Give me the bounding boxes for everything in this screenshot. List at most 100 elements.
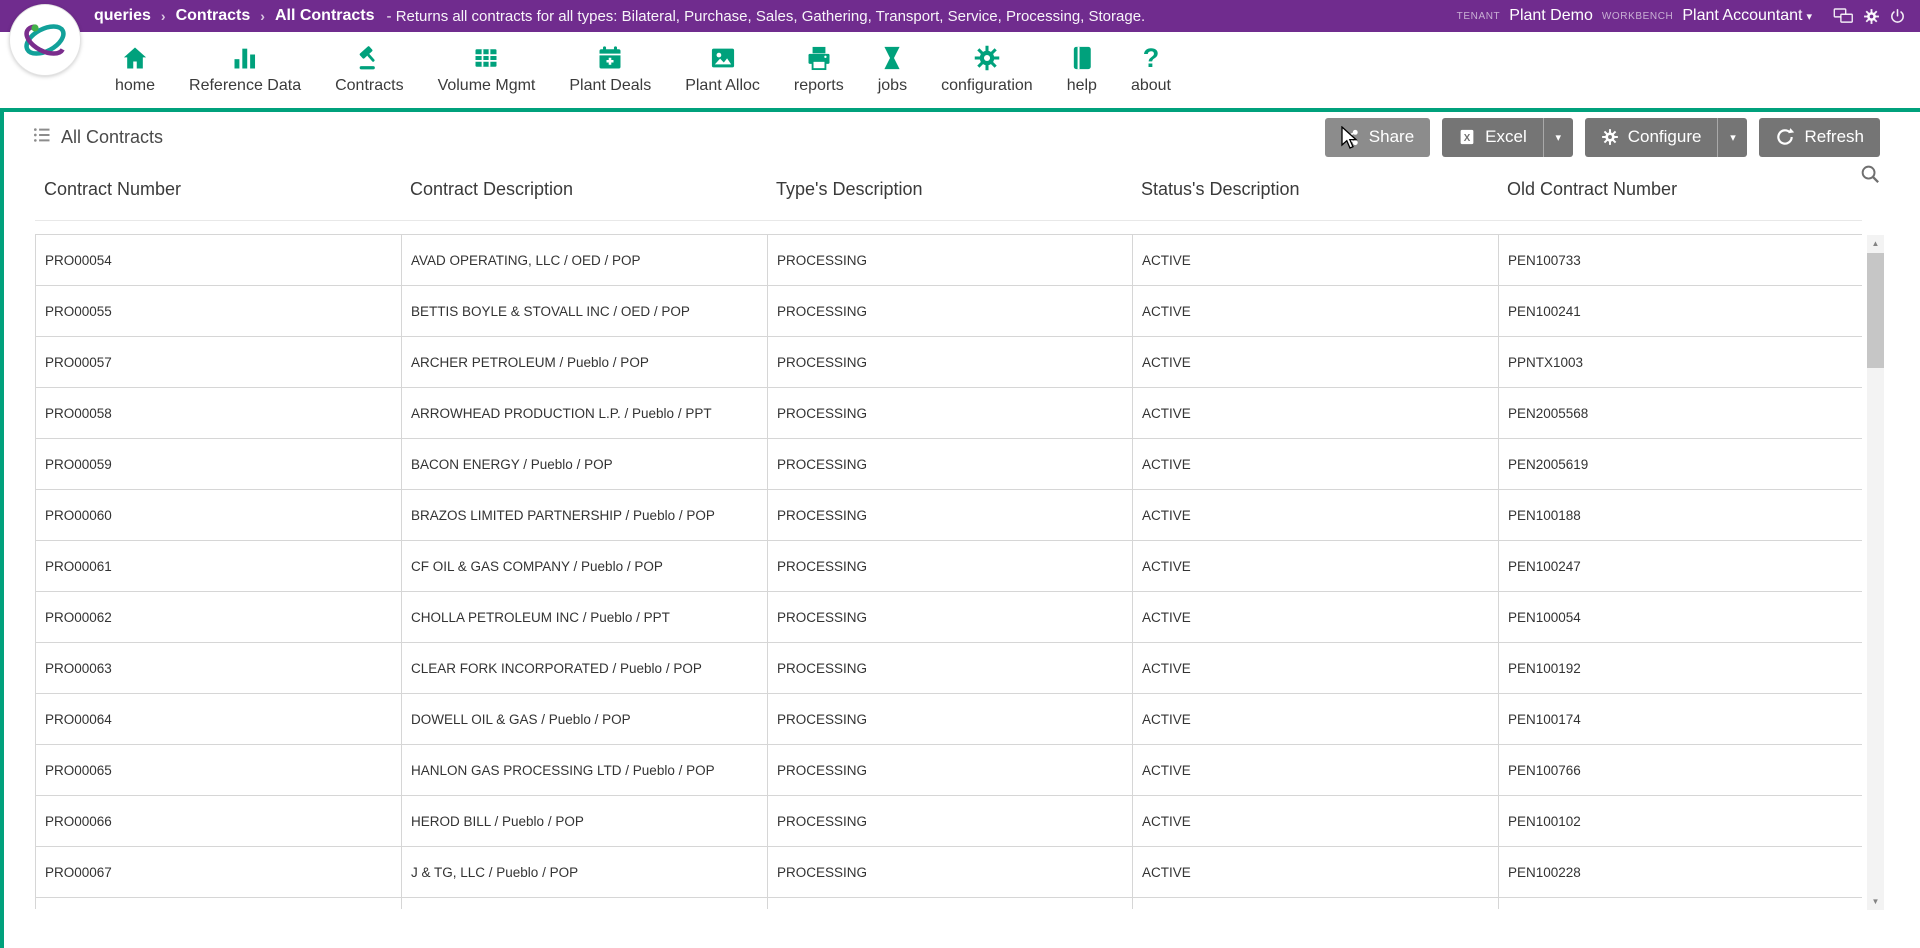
gear-icon[interactable]	[1863, 8, 1880, 25]
scrollbar-track[interactable]	[1867, 252, 1884, 893]
table-cell[interactable]: PEN2005619	[1499, 439, 1863, 490]
table-cell[interactable]: ACTIVE	[1133, 745, 1499, 796]
column-header-contract-number[interactable]: Contract Number	[35, 179, 401, 200]
table-cell[interactable]: DOWELL OIL & GAS / Pueblo / POP	[402, 694, 768, 745]
table-cell[interactable]: PROCESSING	[768, 235, 1133, 286]
table-cell[interactable]: BETTIS BOYLE & STOVALL INC / OED / POP	[402, 286, 768, 337]
table-cell[interactable]: ACTIVE	[1133, 490, 1499, 541]
table-cell[interactable]: PROCESSING	[768, 847, 1133, 898]
table-cell[interactable]: PEN2005568	[1499, 388, 1863, 439]
column-header-type-description[interactable]: Type's Description	[767, 179, 1132, 200]
scroll-down-button[interactable]: ▼	[1867, 893, 1884, 910]
table-row[interactable]: PRO00057ARCHER PETROLEUM / Pueblo / POPP…	[36, 337, 1863, 388]
table-cell[interactable]: ACTIVE	[1133, 694, 1499, 745]
table-row[interactable]: PRO00063CLEAR FORK INCORPORATED / Pueblo…	[36, 643, 1863, 694]
table-row[interactable]: PRO00065HANLON GAS PROCESSING LTD / Pueb…	[36, 745, 1863, 796]
table-cell[interactable]: CLEAR FORK INCORPORATED / Pueblo / POP	[402, 643, 768, 694]
refresh-button[interactable]: Refresh	[1759, 118, 1880, 157]
table-cell[interactable]: ACTIVE	[1133, 643, 1499, 694]
table-cell[interactable]: PRO00059	[36, 439, 402, 490]
table-row[interactable]: PRO00064DOWELL OIL & GAS / Pueblo / POPP…	[36, 694, 1863, 745]
nav-item-volume-mgmt[interactable]: Volume Mgmt	[421, 44, 553, 95]
table-cell[interactable]: ACTIVE	[1133, 235, 1499, 286]
column-header-old-contract-number[interactable]: Old Contract Number	[1498, 179, 1862, 200]
table-cell[interactable]: BRAZOS LIMITED PARTNERSHIP / Pueblo / PO…	[402, 490, 768, 541]
table-cell[interactable]: PROCESSING	[768, 490, 1133, 541]
nav-item-help[interactable]: help	[1050, 44, 1114, 95]
table-cell[interactable]: PROCESSING	[768, 592, 1133, 643]
excel-dropdown-button[interactable]: ▾	[1543, 118, 1573, 157]
table-cell[interactable]: PROCESSING	[768, 643, 1133, 694]
table-cell[interactable]: ACTIVE	[1133, 541, 1499, 592]
nav-item-about[interactable]: ? about	[1114, 44, 1188, 95]
nav-item-reference-data[interactable]: Reference Data	[172, 44, 318, 95]
table-cell[interactable]: PPNTX1003	[1499, 337, 1863, 388]
table-cell[interactable]: PEN100247	[1499, 541, 1863, 592]
table-cell[interactable]: BACON ENERGY / Pueblo / POP	[402, 439, 768, 490]
nav-item-plant-alloc[interactable]: Plant Alloc	[668, 44, 777, 95]
breadcrumb-all-contracts[interactable]: All Contracts	[275, 7, 375, 25]
nav-item-home[interactable]: home	[98, 44, 172, 95]
table-cell[interactable]: ARROWHEAD PRODUCTION L.P. / Pueblo / PPT	[402, 388, 768, 439]
table-cell[interactable]: PROCESSING	[768, 745, 1133, 796]
nav-item-plant-deals[interactable]: Plant Deals	[552, 44, 668, 95]
table-cell[interactable]: ACTIVE	[1133, 337, 1499, 388]
table-row[interactable]: PRO00058ARROWHEAD PRODUCTION L.P. / Pueb…	[36, 388, 1863, 439]
table-cell[interactable]: PRO00054	[36, 235, 402, 286]
table-cell[interactable]: PRO00057	[36, 337, 402, 388]
table-cell[interactable]: PEN100174	[1499, 694, 1863, 745]
table-row[interactable]: PRO00061CF OIL & GAS COMPANY / Pueblo / …	[36, 541, 1863, 592]
table-row[interactable]: PRO00062CHOLLA PETROLEUM INC / Pueblo / …	[36, 592, 1863, 643]
workbench-selector[interactable]: Plant Accountant ▾	[1682, 7, 1812, 25]
table-cell[interactable]: PRO00063	[36, 643, 402, 694]
table-cell[interactable]: PEN100102	[1499, 796, 1863, 847]
table-row[interactable]: PRO00060BRAZOS LIMITED PARTNERSHIP / Pue…	[36, 490, 1863, 541]
configure-dropdown-button[interactable]: ▾	[1717, 118, 1747, 157]
table-cell[interactable]: CF OIL & GAS COMPANY / Pueblo / POP	[402, 541, 768, 592]
table-cell[interactable]: PEN100766	[1499, 745, 1863, 796]
table-cell[interactable]: PRO00065	[36, 745, 402, 796]
table-cell[interactable]: ACTIVE	[1133, 796, 1499, 847]
table-cell[interactable]: PRO00060	[36, 490, 402, 541]
table-cell[interactable]: PROCESSING	[768, 694, 1133, 745]
scroll-up-button[interactable]: ▲	[1867, 235, 1884, 252]
vertical-scrollbar[interactable]: ▲ ▼	[1867, 235, 1884, 910]
table-row[interactable]: PRO00066HEROD BILL / Pueblo / POPPROCESS…	[36, 796, 1863, 847]
share-button[interactable]: Share	[1325, 118, 1430, 157]
screens-icon[interactable]	[1833, 7, 1854, 25]
table-cell[interactable]: HEROD BILL / Pueblo / POP	[402, 796, 768, 847]
table-cell[interactable]: PRO00067	[36, 847, 402, 898]
table-cell[interactable]: AVAD OPERATING, LLC / OED / POP	[402, 235, 768, 286]
configure-button[interactable]: Configure	[1585, 118, 1718, 157]
table-row[interactable]: PRO00059BACON ENERGY / Pueblo / POPPROCE…	[36, 439, 1863, 490]
nav-item-contracts[interactable]: Contracts	[318, 44, 420, 95]
table-cell[interactable]: PRO00055	[36, 286, 402, 337]
table-cell[interactable]: PRO00064	[36, 694, 402, 745]
column-header-status-description[interactable]: Status's Description	[1132, 179, 1498, 200]
table-cell[interactable]: PEN100733	[1499, 235, 1863, 286]
column-header-contract-description[interactable]: Contract Description	[401, 179, 767, 200]
scrollbar-thumb[interactable]	[1867, 253, 1884, 368]
table-cell[interactable]: PROCESSING	[768, 439, 1133, 490]
table-cell[interactable]: ACTIVE	[1133, 388, 1499, 439]
table-cell[interactable]: ACTIVE	[1133, 439, 1499, 490]
grid-search-button[interactable]	[1859, 163, 1882, 186]
excel-button[interactable]: X Excel	[1442, 118, 1543, 157]
table-row[interactable]: PRO00055BETTIS BOYLE & STOVALL INC / OED…	[36, 286, 1863, 337]
nav-item-reports[interactable]: reports	[777, 44, 861, 95]
table-cell[interactable]: J & TG, LLC / Pueblo / POP	[402, 847, 768, 898]
table-cell[interactable]: ACTIVE	[1133, 286, 1499, 337]
table-cell[interactable]: PRO00066	[36, 796, 402, 847]
table-cell[interactable]: PEN100054	[1499, 592, 1863, 643]
table-cell[interactable]: HANLON GAS PROCESSING LTD / Pueblo / POP	[402, 745, 768, 796]
table-cell[interactable]: PEN100228	[1499, 847, 1863, 898]
table-cell[interactable]: CHOLLA PETROLEUM INC / Pueblo / PPT	[402, 592, 768, 643]
table-cell[interactable]: PROCESSING	[768, 337, 1133, 388]
table-cell[interactable]: ACTIVE	[1133, 592, 1499, 643]
table-cell[interactable]: PRO00058	[36, 388, 402, 439]
table-cell[interactable]: PRO00062	[36, 592, 402, 643]
table-cell[interactable]: PEN100188	[1499, 490, 1863, 541]
nav-item-jobs[interactable]: jobs	[861, 44, 924, 95]
table-cell[interactable]: PROCESSING	[768, 286, 1133, 337]
table-cell[interactable]: PROCESSING	[768, 796, 1133, 847]
